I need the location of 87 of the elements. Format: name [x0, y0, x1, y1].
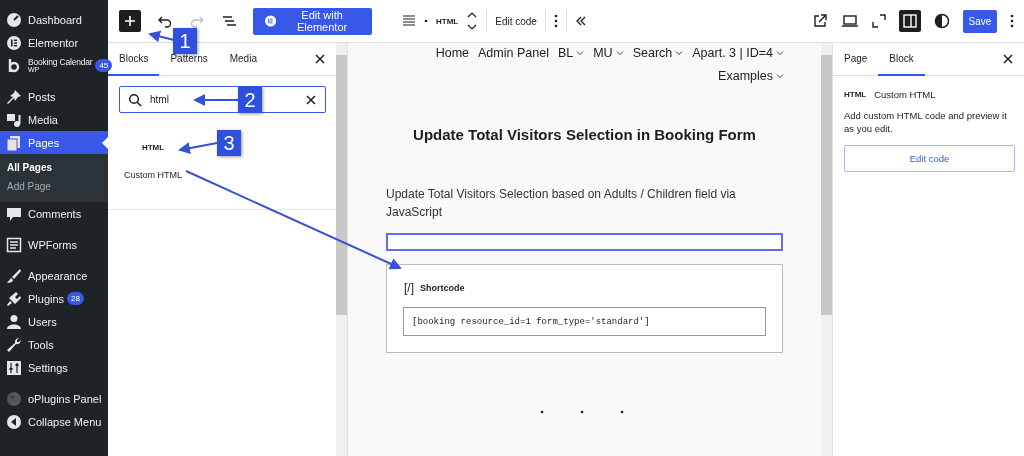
block-icon[interactable]: HTML — [141, 143, 165, 152]
pages-icon — [6, 134, 22, 151]
list-view-icon[interactable] — [221, 13, 237, 29]
edit-code-button[interactable]: Edit code — [495, 15, 537, 27]
letter-b-icon — [6, 57, 22, 74]
nav-link[interactable]: Admin Panel — [478, 46, 549, 60]
speech-bubble-icon — [6, 205, 22, 222]
wrench-icon — [6, 336, 22, 353]
settings-icon — [6, 359, 22, 376]
elementor-button[interactable]: Edit with Elementor — [253, 7, 372, 35]
step-number: 2 — [238, 87, 262, 113]
menu-item[interactable]: Appearance — [0, 264, 108, 287]
scrollbar[interactable] — [336, 43, 347, 456]
paragraph: Update Total Visitors Selection based on Adults / Children field via JavaScript — [386, 186, 737, 221]
html-block[interactable] — [386, 233, 783, 251]
collapse-icon — [6, 413, 22, 430]
block-label: Shortcode — [420, 283, 465, 293]
close-icon[interactable] — [314, 53, 326, 65]
move-arrows-icon[interactable] — [466, 10, 479, 32]
align-icon[interactable] — [402, 14, 416, 28]
scrollbar[interactable] — [821, 43, 832, 456]
paintbrush-icon — [6, 267, 22, 284]
edit-code-button[interactable]: Edit code — [844, 145, 1015, 172]
sidebar-toggle-button[interactable] — [899, 10, 921, 32]
block-name[interactable]: Custom HTML — [124, 170, 182, 180]
save-button[interactable]: Save — [963, 9, 997, 33]
pushpin-icon — [6, 88, 22, 105]
arrow — [178, 142, 218, 155]
block-icon: HTML — [844, 90, 867, 99]
count-badge: 28 — [67, 292, 84, 305]
menu-item[interactable]: Elementor — [0, 31, 108, 54]
count-badge: 45 — [95, 59, 113, 72]
contrast-icon[interactable] — [934, 13, 950, 29]
collapse-toolbar-icon[interactable] — [574, 15, 587, 27]
globe-icon — [6, 390, 22, 407]
dashboard-icon — [6, 11, 22, 28]
drag-handle-icon[interactable] — [424, 19, 428, 23]
menu-item[interactable]: Posts — [0, 85, 108, 108]
more-options-icon[interactable] — [1010, 13, 1014, 29]
block-description: Add custom HTML code and preview it as you edit. — [844, 109, 1008, 135]
panel-tab[interactable]: Blocks — [108, 42, 160, 76]
menu-item[interactable]: Collapse Menu — [0, 410, 108, 433]
laptop-icon[interactable] — [841, 14, 859, 28]
step-number: 1 — [173, 28, 197, 54]
page-title: Update Total Visitors Selection in Booking Form — [412, 126, 757, 143]
menu-item[interactable]: WPForms — [0, 233, 108, 256]
panel-tab[interactable]: Page — [833, 42, 879, 76]
shortcode-block[interactable]: [/] Shortcode [booking resource_id=1 form_type='standard'] — [386, 264, 783, 353]
submenu-item[interactable]: Add Page — [0, 177, 108, 196]
menu-item[interactable]: Settings — [0, 356, 108, 379]
menu-item[interactable]: Pages — [0, 131, 108, 154]
menu-item[interactable]: Tools — [0, 333, 108, 356]
menu-item[interactable]: Plugins 28 — [0, 287, 108, 310]
menu-item[interactable]: oPlugins Panel — [0, 387, 108, 410]
block-type-label: HTML — [436, 16, 459, 26]
user-icon — [6, 313, 22, 330]
shortcode-field[interactable]: [booking resource_id=1 form_type='standard'] — [403, 307, 766, 336]
arrow — [193, 94, 239, 106]
media-icon — [6, 111, 22, 128]
nav-link[interactable]: Home — [435, 46, 470, 60]
clear-icon[interactable] — [305, 93, 317, 106]
nav-link[interactable]: Search — [632, 46, 684, 60]
arrow — [148, 30, 175, 43]
menu-item[interactable]: Users — [0, 310, 108, 333]
menu-item[interactable]: Media — [0, 108, 108, 131]
fullscreen-icon[interactable] — [872, 14, 886, 28]
plug-icon — [6, 290, 22, 307]
external-link-icon[interactable] — [812, 13, 828, 29]
nav-link[interactable]: Examples — [718, 69, 784, 83]
add-block-button[interactable] — [119, 10, 141, 32]
search-icon — [128, 92, 142, 107]
panel-tab[interactable]: Media — [218, 42, 268, 76]
elementor-icon — [6, 34, 22, 51]
block-name: Custom HTML — [874, 89, 936, 100]
form-icon — [6, 236, 22, 253]
shortcode-icon: [/] — [404, 281, 414, 295]
elementor-icon — [265, 14, 277, 28]
panel-tab[interactable]: Block — [878, 42, 925, 76]
step-number: 3 — [217, 130, 241, 156]
nav-link[interactable]: MU — [593, 46, 624, 60]
menu-item[interactable]: Dashboard — [0, 8, 108, 31]
more-options-icon[interactable] — [553, 13, 558, 29]
menu-item[interactable]: Comments — [0, 202, 108, 225]
submenu-item[interactable]: All Pages — [0, 158, 108, 177]
nav-link[interactable]: BL — [557, 46, 585, 60]
nav-link[interactable]: Apart. 3 | ID=4 — [692, 46, 784, 60]
close-icon[interactable] — [1002, 53, 1014, 65]
